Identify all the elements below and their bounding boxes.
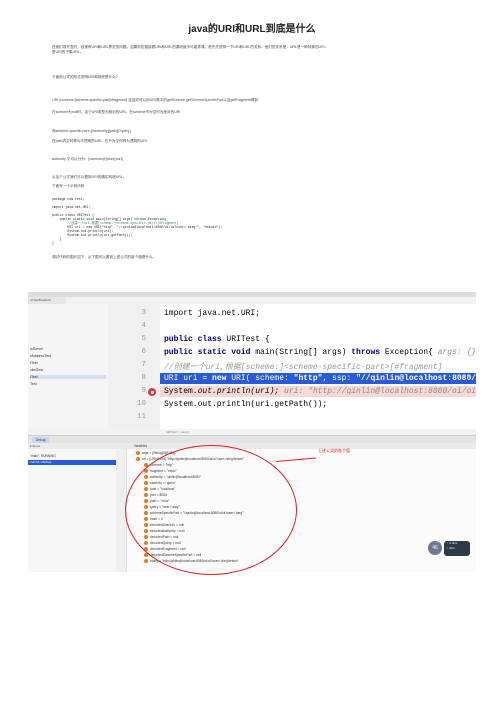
editor-line-current: URI uri = new URI( scheme: "http", ssp: … [164, 374, 476, 383]
project-panel: ioServer rAddressTest tTest cketTest ITe… [28, 304, 109, 429]
project-item[interactable]: ioServer [30, 347, 43, 351]
code-line: package com.test; [52, 197, 85, 201]
intro-line-2: 是URI的子集URL。 [52, 50, 84, 54]
intro-line-1: 在我们项开发时，经常有URI和URL界定的问题。如果你的直接看URI和URL的源… [52, 45, 326, 49]
code-line: import java.net.URI; [52, 205, 91, 209]
paragraph: URI=[scheme:]scheme-specific-part[#fragm… [52, 98, 260, 102]
counter-badge: 46 [428, 541, 442, 555]
project-tab[interactable]: uriTestBreakvrk [28, 297, 66, 304]
line-number: 6 [141, 348, 146, 356]
line-number: 4 [141, 322, 146, 330]
paragraph: 而scheme-specific-part=[//authority][path… [52, 129, 131, 133]
paragraph: 从这个公式我们可以看到URI的确实构造URL。 [52, 175, 127, 179]
variables-header: Variables [116, 443, 476, 449]
frames-panel: Frames "main": RUNNING main:8, URITest [28, 443, 117, 572]
code-line: } [52, 241, 54, 245]
line-number: 3 [141, 309, 146, 317]
editor-line: public static void main(String[] args) t… [164, 348, 476, 357]
field-icon [144, 559, 148, 564]
field-icon [136, 457, 140, 462]
code-editor[interactable]: import java.net.URI; public class URITes… [160, 304, 476, 429]
paragraph: 调试代码的图片如下，从下图可以看到上述公式的各个值是什么。 [52, 255, 157, 259]
field-icon [136, 451, 140, 456]
project-item[interactable]: Test [30, 382, 37, 386]
annotation-ellipse [125, 445, 297, 575]
project-item[interactable]: rAddressTest [30, 354, 51, 358]
project-item[interactable]: tTest [30, 361, 38, 365]
line-number: 10 [136, 400, 146, 408]
editor-line: System.out.println(uri.getPath()); [164, 400, 328, 409]
page-title: java的URI和URL到底是什么 [188, 24, 316, 35]
frame-item-selected[interactable]: main:8, URITest [28, 460, 116, 465]
line-number: 8 [141, 374, 146, 382]
editor-line: public class URITest { [164, 335, 270, 344]
paragraph: 下面用公式的形式说明URI和到底是什么? [52, 75, 118, 79]
download-speed: ↓ 0k/s [447, 546, 455, 550]
paragraph: authority 又可以分为：[userinfo@]host[:port] [52, 157, 123, 161]
network-speed-widget: ↑ 0.3k/s ↓ 0k/s [444, 541, 470, 556]
editor-line: //创建一个uri,根据[scheme:]<scheme-specific-pa… [164, 363, 443, 372]
project-item-selected[interactable]: ITest [30, 375, 106, 379]
code-line: System.out.println(uri.getPath()); [52, 233, 133, 237]
line-number: 9 [141, 387, 146, 395]
editor-line: System.out.println(uri); uri: "http://qi… [164, 387, 476, 396]
annotation-text: 上述公式的各个值 [318, 448, 350, 453]
line-gutter: 3 4 5 6 7 8 9 10 11 [108, 304, 160, 429]
editor-line: import java.net.URI; [164, 309, 261, 318]
paragraph: 下面写一个示例代码 [52, 184, 85, 188]
frames-header: Frames [28, 443, 116, 449]
line-number: 5 [141, 335, 146, 343]
paragraph: 在scheme为null时，这个URI类型为相对的URI。在scheme不为空时… [52, 110, 181, 114]
thread-selector[interactable]: "main": RUNNING [28, 453, 116, 459]
line-number: 11 [136, 413, 146, 421]
line-number: 7 [141, 361, 146, 369]
breakpoint-icon[interactable] [148, 388, 156, 396]
project-item[interactable]: cketTest [30, 368, 43, 372]
paragraph: 在path内空时称为不透明的URI。在不为空时称为透明的URI [52, 139, 147, 143]
ide-top-bar [28, 292, 476, 297]
